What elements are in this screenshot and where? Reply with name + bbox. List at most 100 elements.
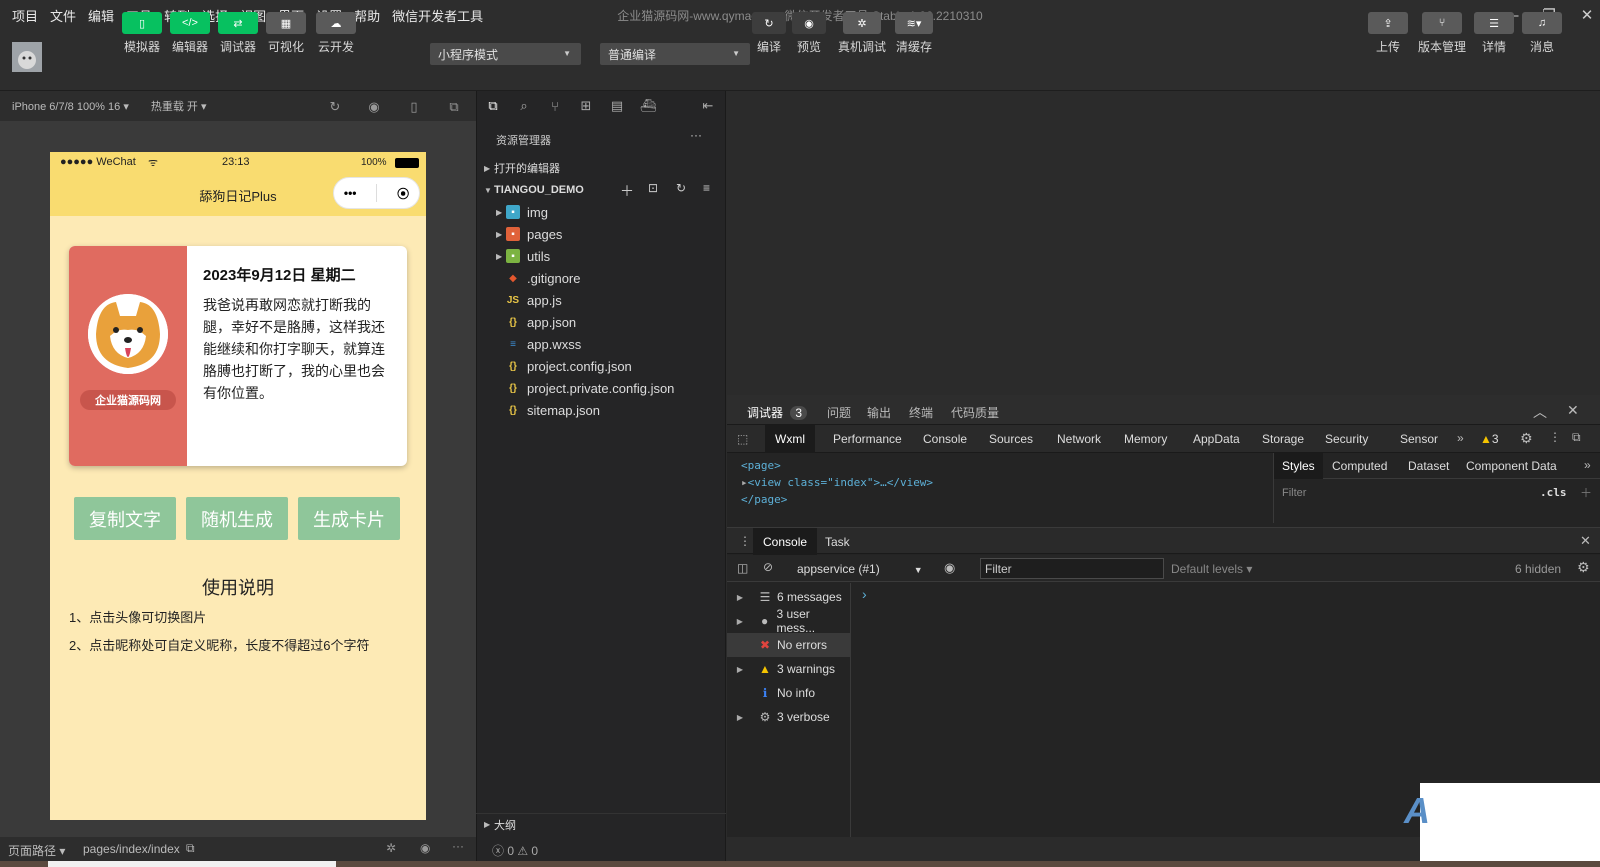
new-file-icon[interactable]: ＋ bbox=[620, 181, 634, 201]
refresh-icon[interactable]: ↻ bbox=[676, 181, 686, 195]
collapse-all-icon[interactable]: ≡ bbox=[703, 181, 710, 195]
warnings-indicator[interactable]: ▲3 bbox=[1480, 432, 1499, 446]
drawer-tab-task[interactable]: Task bbox=[825, 535, 850, 549]
open-editors-section[interactable]: ▶ 打开的编辑器 bbox=[476, 157, 726, 179]
file-tree-item[interactable]: {} app.json bbox=[476, 311, 726, 333]
details-button[interactable]: ☰ 详情 bbox=[1474, 12, 1514, 55]
upload-button[interactable]: ⇪ 上传 bbox=[1368, 12, 1408, 55]
close-window-button[interactable]: ✕ bbox=[1572, 4, 1600, 26]
context-select[interactable]: appservice (#1) ▼ bbox=[797, 562, 923, 576]
console-filter-item[interactable]: ▶ ☰ 6 messages bbox=[727, 585, 851, 609]
tab-sources[interactable]: Sources bbox=[989, 432, 1033, 446]
more-tabs-icon[interactable]: » bbox=[1457, 431, 1464, 445]
problems-status[interactable]: ⓧ 0 ⚠ 0 bbox=[492, 842, 538, 859]
menu-item-project[interactable]: 项目 bbox=[12, 6, 38, 25]
visual-button[interactable]: ▦ 可视化 bbox=[266, 12, 306, 55]
phone-icon[interactable]: ▯ bbox=[406, 99, 422, 115]
random-generate-button[interactable]: 随机生成 bbox=[186, 497, 288, 540]
sidebar-toggle-icon[interactable]: ◫ bbox=[737, 561, 748, 575]
compile-select[interactable]: 普通编译 ▼ bbox=[600, 43, 750, 65]
remote-debug-button[interactable]: ✲ 真机调试 bbox=[838, 12, 886, 55]
tab-performance[interactable]: Performance bbox=[833, 432, 902, 446]
clear-cache-button[interactable]: ≋▾ 清缓存 bbox=[895, 12, 933, 55]
menu-item-file[interactable]: 文件 bbox=[50, 6, 76, 25]
stop-icon[interactable]: ◉ bbox=[366, 99, 382, 115]
file-tree-item[interactable]: ▶ ▪ img bbox=[476, 201, 726, 223]
tab-sensor[interactable]: Sensor bbox=[1400, 432, 1438, 446]
cls-toggle[interactable]: .cls bbox=[1540, 486, 1567, 499]
dog-avatar[interactable] bbox=[88, 294, 168, 374]
close-drawer-icon[interactable]: ✕ bbox=[1580, 533, 1591, 549]
inspect-icon[interactable]: ⬚ bbox=[737, 432, 748, 446]
file-tree-item[interactable]: JS app.js bbox=[476, 289, 726, 311]
tab-storage[interactable]: Storage bbox=[1262, 432, 1304, 446]
clear-console-icon[interactable]: ⊘ bbox=[763, 560, 773, 574]
kebab-icon[interactable]: ⋮ bbox=[1549, 430, 1561, 444]
menu-item-edit[interactable]: 编辑 bbox=[88, 6, 114, 25]
undock-icon[interactable]: ⧉ bbox=[1572, 430, 1581, 445]
console-filter-item[interactable]: ▶ ▲ 3 warnings bbox=[727, 657, 851, 681]
tab-wxml[interactable]: Wxml bbox=[765, 425, 815, 453]
outline-section[interactable]: ▶ 大纲 bbox=[476, 813, 726, 835]
tab-component-data[interactable]: Component Data bbox=[1466, 459, 1557, 473]
collapse-panel-icon[interactable]: ⇤ bbox=[699, 97, 717, 115]
tab-appdata[interactable]: AppData bbox=[1193, 432, 1240, 446]
tab-code-quality[interactable]: 代码质量 bbox=[951, 404, 999, 421]
tab-terminal[interactable]: 终端 bbox=[909, 404, 933, 421]
more-icon[interactable]: ··· bbox=[452, 839, 464, 853]
capsule-menu[interactable]: ••• ⦿ bbox=[333, 177, 420, 209]
copy-icon[interactable]: ⧉ bbox=[186, 841, 195, 856]
file-tree-item[interactable]: {} project.private.config.json bbox=[476, 377, 726, 399]
rotate-icon[interactable]: ↻ bbox=[327, 99, 343, 115]
layout-icon[interactable]: ▤ bbox=[608, 97, 626, 115]
preview-button[interactable]: ◉ 预览 bbox=[792, 12, 826, 55]
bug-icon[interactable]: ✲ bbox=[386, 841, 396, 855]
console-filter-item[interactable]: ▶ ⚙ 3 verbose bbox=[727, 705, 851, 729]
file-tree-item[interactable]: {} sitemap.json bbox=[476, 399, 726, 421]
debugger-button[interactable]: ⇄ 调试器 bbox=[218, 12, 258, 55]
hot-reload-toggle[interactable]: 热重载 开 ▾ bbox=[151, 98, 207, 114]
generate-card-button[interactable]: 生成卡片 bbox=[298, 497, 400, 540]
tab-memory[interactable]: Memory bbox=[1124, 432, 1167, 446]
tab-network[interactable]: Network bbox=[1057, 432, 1101, 446]
files-icon[interactable]: ⧉ bbox=[484, 97, 502, 115]
copy-text-button[interactable]: 复制文字 bbox=[74, 497, 176, 540]
wxml-view-node[interactable]: ▸<view class="index">…</view> bbox=[741, 476, 933, 489]
file-tree-item[interactable]: {} project.config.json bbox=[476, 355, 726, 377]
tab-styles[interactable]: Styles bbox=[1274, 453, 1323, 479]
more-icon[interactable]: ··· bbox=[690, 128, 702, 142]
file-tree-item[interactable]: ◆ .gitignore bbox=[476, 267, 726, 289]
tab-debugger[interactable]: 调试器 3 bbox=[747, 404, 808, 421]
search-icon[interactable]: ⌕ bbox=[515, 97, 533, 115]
tab-computed[interactable]: Computed bbox=[1332, 459, 1387, 473]
console-filter-item[interactable]: ℹ No info bbox=[727, 681, 851, 705]
console-filter-item[interactable]: ✖ No errors bbox=[727, 633, 851, 657]
tab-console[interactable]: Console bbox=[923, 432, 967, 446]
project-section[interactable]: ▼ TIANGOU_DEMO bbox=[476, 179, 726, 201]
gear-icon[interactable]: ⚙ bbox=[1577, 559, 1590, 576]
wxml-page-open[interactable]: <page> bbox=[741, 459, 781, 472]
eye-icon[interactable]: ◉ bbox=[944, 560, 955, 576]
mode-select[interactable]: 小程序模式 ▼ bbox=[430, 43, 581, 65]
more-tabs-icon[interactable]: » bbox=[1584, 458, 1591, 472]
tab-security[interactable]: Security bbox=[1325, 432, 1368, 446]
wxml-page-close[interactable]: </page> bbox=[741, 493, 787, 506]
tab-output[interactable]: 输出 bbox=[867, 404, 891, 421]
editor-button[interactable]: </> 编辑器 bbox=[170, 12, 210, 55]
console-prompt[interactable]: › bbox=[862, 586, 867, 602]
close-icon[interactable]: ✕ bbox=[1567, 402, 1579, 419]
new-folder-icon[interactable]: ⊡ bbox=[648, 181, 658, 195]
tab-dataset[interactable]: Dataset bbox=[1408, 459, 1449, 473]
tab-issues[interactable]: 问题 bbox=[827, 404, 851, 421]
docker-icon[interactable]: ⛴ bbox=[639, 97, 657, 115]
version-button[interactable]: ⑂ 版本管理 bbox=[1418, 12, 1466, 55]
page-path-select[interactable]: 页面路径 ▾ bbox=[8, 842, 65, 859]
menu-item-wechat-devtools[interactable]: 微信开发者工具 bbox=[392, 6, 483, 25]
popout-icon[interactable]: ⧉ bbox=[446, 99, 462, 115]
file-tree-item[interactable]: ▶ ▪ utils bbox=[476, 245, 726, 267]
levels-select[interactable]: Default levels ▾ bbox=[1171, 562, 1252, 576]
drawer-tab-console[interactable]: Console bbox=[753, 528, 818, 555]
messages-button[interactable]: ♫ 消息 bbox=[1522, 12, 1562, 55]
cloud-dev-button[interactable]: ☁ 云开发 bbox=[316, 12, 356, 55]
console-filter-input[interactable]: Filter bbox=[980, 558, 1164, 579]
